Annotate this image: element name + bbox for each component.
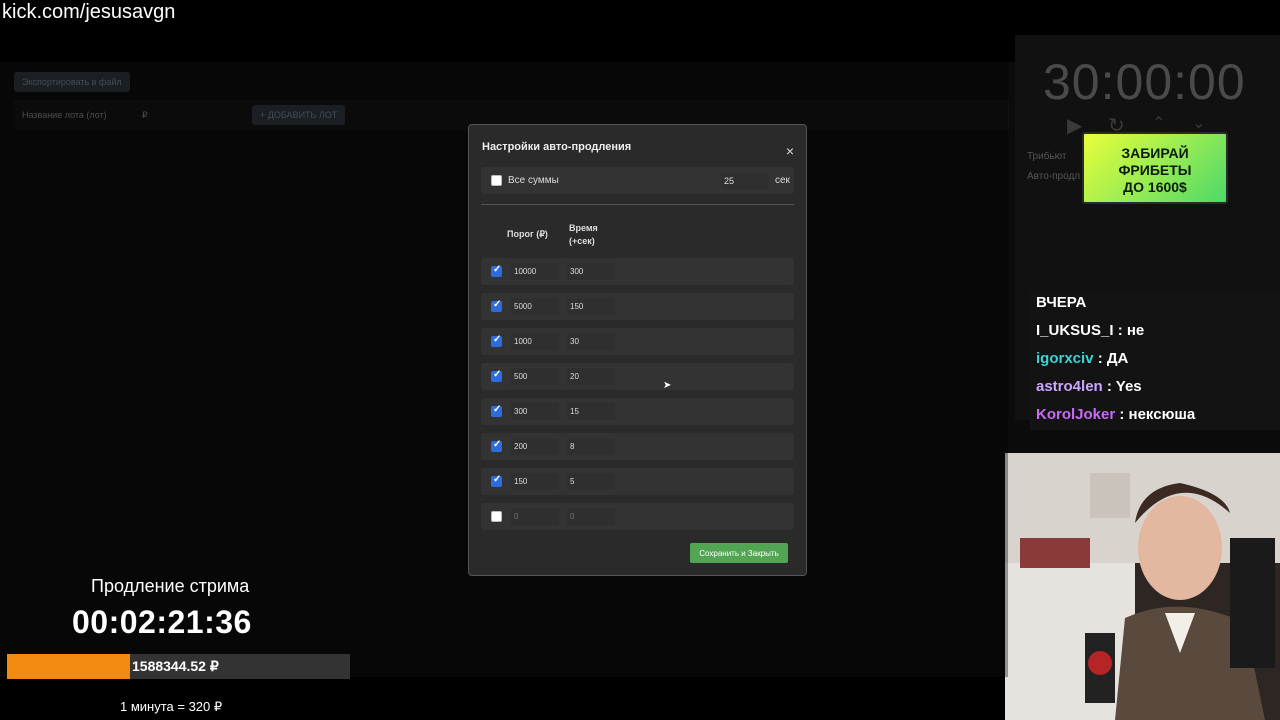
tier-checkbox[interactable] (491, 439, 502, 452)
tier-time-input[interactable] (567, 473, 615, 490)
tier-checkbox[interactable] (491, 369, 502, 382)
webcam-image (1005, 453, 1280, 720)
tier-row (481, 363, 794, 390)
tier-threshold-input[interactable] (511, 403, 559, 420)
auto-extend-label: Авто-продл (1027, 171, 1081, 182)
tier-threshold-input[interactable] (511, 263, 559, 280)
tier-row (481, 258, 794, 285)
main-timer: 30:00:00 (1043, 54, 1246, 110)
chat-text: : Yes (1102, 378, 1142, 395)
tier-time-input[interactable] (567, 438, 615, 455)
tier-checkbox[interactable] (491, 264, 502, 277)
all-sums-seconds-input[interactable] (721, 173, 769, 189)
tier-row (481, 398, 794, 425)
tier-checkbox[interactable] (491, 511, 502, 522)
donation-amount: 1588344.52 ₽ (132, 658, 219, 674)
chat-overlay: ВЧЕРА I_UKSUS_I : не igorxciv : ДА astro… (1030, 290, 1280, 430)
chat-text: ВЧЕРА (1036, 294, 1087, 311)
tier-time-input[interactable] (567, 263, 615, 280)
tier-time-input[interactable] (567, 333, 615, 350)
progress-fill (7, 654, 131, 679)
chat-message: KorolJoker : нексюша (1030, 402, 1280, 430)
save-and-close-button[interactable]: Сохранить и Закрыть (690, 543, 788, 563)
column-header-threshold: Порог (₽) (507, 229, 548, 239)
promo-line: ФРИБЕТЫ (1118, 162, 1192, 178)
promo-banner[interactable]: ЗАБИРАЙ ФРИБЕТЫ ДО 1600$ (1082, 132, 1228, 204)
tier-threshold-input[interactable] (511, 298, 559, 315)
tier-threshold-input[interactable] (511, 473, 559, 490)
tribute-label: Трибьют (1027, 151, 1067, 162)
extension-timer: 00:02:21:36 (72, 604, 252, 640)
tier-row (481, 328, 794, 355)
all-sums-checkbox[interactable] (491, 175, 502, 186)
all-sums-label: Все суммы (508, 175, 559, 186)
chat-text: : ДА (1093, 350, 1129, 367)
tier-time-input[interactable] (567, 368, 615, 385)
promo-line: ЗАБИРАЙ (1121, 145, 1189, 161)
tier-checkbox[interactable] (491, 299, 502, 312)
chat-text: : нексюша (1115, 406, 1196, 423)
tier-threshold-input[interactable] (511, 368, 559, 385)
tier-row (481, 433, 794, 460)
tier-checkbox[interactable] (491, 474, 502, 487)
webcam-feed (1005, 453, 1280, 720)
all-sums-unit: сек (775, 175, 790, 186)
chat-message: I_UKSUS_I : не (1030, 318, 1280, 346)
modal-title: Настройки авто-продления (482, 141, 632, 153)
tier-row (481, 293, 794, 320)
all-sums-row: Все суммы сек (481, 167, 794, 194)
tier-threshold-input[interactable] (511, 508, 559, 525)
tier-time-input[interactable] (567, 508, 615, 525)
close-icon[interactable]: × (786, 143, 794, 159)
tier-time-input[interactable] (567, 298, 615, 315)
rate-label: 1 минута = 320 ₽ (120, 699, 223, 714)
chat-username: I_UKSUS_I (1036, 322, 1114, 339)
chat-text: : не (1113, 322, 1145, 339)
chevron-up-icon[interactable]: ⌃ (1152, 113, 1165, 133)
extension-title: Продление стрима (91, 576, 250, 596)
play-icon[interactable]: ▶ (1067, 113, 1082, 138)
browser-url: kick.com/jesusavgn (2, 1, 176, 23)
tier-row (481, 503, 794, 530)
chat-username: astro4len (1036, 378, 1103, 395)
chat-message: igorxciv : ДА (1030, 346, 1280, 374)
tier-row (481, 468, 794, 495)
mouse-cursor-icon: ➤ (663, 380, 672, 391)
chevron-down-icon[interactable]: ⌄ (1192, 113, 1205, 133)
promo-line: ДО 1600$ (1123, 179, 1187, 195)
auto-extend-settings-modal: Настройки авто-продления × Все суммы сек… (468, 124, 807, 576)
divider (481, 204, 794, 205)
tier-checkbox[interactable] (491, 404, 502, 417)
tier-time-input[interactable] (567, 403, 615, 420)
tier-checkbox[interactable] (491, 334, 502, 347)
chat-message: ВЧЕРА (1030, 290, 1280, 318)
chat-message: astro4len : Yes (1030, 374, 1280, 402)
chat-username: igorxciv (1036, 350, 1094, 367)
chat-username: KorolJoker (1036, 406, 1116, 423)
tier-threshold-input[interactable] (511, 333, 559, 350)
column-header-time: Время (+сек) (569, 223, 598, 246)
donation-progress-bar: 1588344.52 ₽ (7, 654, 350, 679)
tier-threshold-input[interactable] (511, 438, 559, 455)
